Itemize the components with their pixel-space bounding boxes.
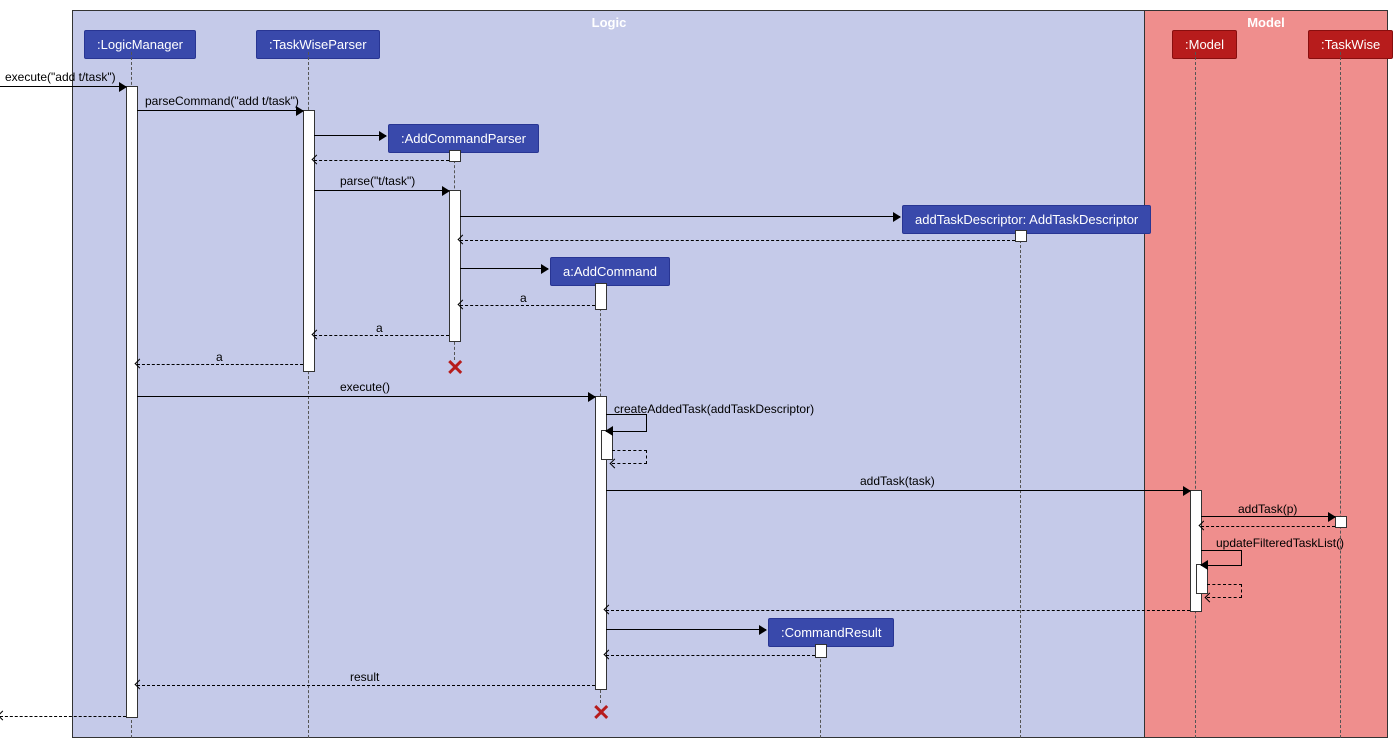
logic-manager-activation: [126, 86, 138, 718]
msg-create-command-result: [606, 629, 766, 630]
msg-return-command-result: [606, 655, 815, 656]
label-a-3: a: [216, 350, 223, 364]
model-lifeline: [1195, 52, 1196, 738]
add-command-parser-activation: [449, 190, 461, 342]
label-result: result: [350, 670, 379, 684]
msg-create-add-command-parser: [314, 135, 386, 136]
label-create-added-task: createAddedTask(addTaskDescriptor): [614, 402, 814, 416]
label-add-task: addTask(task): [860, 474, 935, 488]
taskwise-activation: [1335, 516, 1347, 528]
taskwise-parser-box: :TaskWiseParser: [256, 30, 380, 59]
destroy-add-command-parser-icon: ✕: [446, 355, 464, 381]
msg-return-a-1: [460, 305, 595, 306]
logic-manager-box: :LogicManager: [84, 30, 196, 59]
msg-return-model: [606, 610, 1190, 611]
msg-add-task: [606, 490, 1190, 491]
msg-create-add-task-descriptor: [460, 216, 900, 217]
label-execute-add: execute("add t/task"): [5, 70, 116, 84]
msg-execute: [137, 396, 595, 397]
msg-create-added-task: [606, 414, 647, 432]
add-task-descriptor-activation: [1015, 230, 1027, 242]
taskwise-lifeline: [1340, 52, 1341, 738]
msg-return-add-task-p: [1201, 526, 1335, 527]
label-execute: execute(): [340, 380, 390, 394]
msg-return-add-task-descriptor: [460, 240, 1015, 241]
msg-parse: [314, 190, 449, 191]
add-command-activation-small: [595, 283, 607, 310]
model-region: Model: [1144, 10, 1388, 738]
model-box: :Model: [1172, 30, 1237, 59]
label-update-filtered-task-list: updateFilteredTaskList(): [1216, 536, 1344, 550]
command-result-lifeline: [820, 644, 821, 738]
msg-final-return: [0, 716, 126, 717]
msg-return-add-command-parser: [314, 160, 449, 161]
taskwise-box: :TaskWise: [1308, 30, 1393, 59]
label-parse: parse("t/task"): [340, 174, 415, 188]
destroy-add-command-icon: ✕: [592, 700, 610, 726]
label-add-task-p: addTask(p): [1238, 502, 1297, 516]
msg-update-filtered-task-list-return: [1207, 584, 1242, 598]
command-result-activation: [815, 644, 827, 658]
msg-parse-command: [137, 110, 303, 111]
msg-return-a-2: [314, 335, 449, 336]
add-command-box: a:AddCommand: [550, 257, 670, 286]
msg-add-task-p: [1201, 516, 1335, 517]
command-result-box: :CommandResult: [768, 618, 894, 647]
label-a-2: a: [376, 321, 383, 335]
msg-create-added-task-return: [612, 450, 647, 464]
add-command-parser-box: :AddCommandParser: [388, 124, 539, 153]
logic-region-title: Logic: [73, 11, 1145, 34]
msg-return-a-3: [137, 364, 303, 365]
msg-result: [137, 685, 595, 686]
label-parse-command: parseCommand("add t/task"): [145, 94, 299, 108]
add-command-parser-activation-small: [449, 150, 461, 162]
msg-update-filtered-task-list: [1201, 550, 1242, 566]
label-a-1: a: [520, 291, 527, 305]
sequence-diagram: Logic Model :LogicManager :TaskWiseParse…: [0, 0, 1393, 748]
msg-execute-add: [0, 86, 126, 87]
msg-create-add-command: [460, 268, 548, 269]
add-task-descriptor-lifeline: [1020, 230, 1021, 738]
